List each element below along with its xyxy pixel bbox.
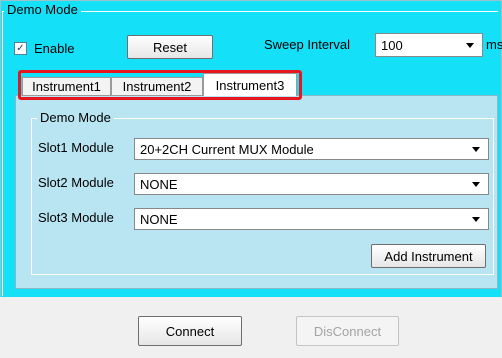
slot2-value: NONE bbox=[140, 176, 178, 192]
slot1-module-select[interactable]: 20+2CH Current MUX Module bbox=[134, 138, 489, 160]
sweep-interval-unit: ms bbox=[486, 37, 502, 52]
slot2-module-select[interactable]: NONE bbox=[134, 173, 489, 195]
connect-button[interactable]: Connect bbox=[138, 316, 242, 346]
slot1-value: 20+2CH Current MUX Module bbox=[140, 141, 314, 157]
checkbox-checked-icon[interactable]: ✓ bbox=[14, 42, 27, 55]
sweep-interval-select[interactable]: 100 bbox=[375, 33, 483, 57]
sweep-interval-label: Sweep Interval bbox=[264, 37, 350, 52]
instrument-demo-mode-legend: Demo Mode bbox=[37, 110, 114, 125]
chevron-down-icon bbox=[472, 182, 480, 187]
slot1-label: Slot1 Module bbox=[38, 140, 114, 155]
demo-mode-legend: Demo Mode bbox=[4, 2, 81, 17]
tabs-highlight-box bbox=[18, 70, 302, 100]
add-instrument-button[interactable]: Add Instrument bbox=[371, 244, 486, 268]
reset-button[interactable]: Reset bbox=[127, 35, 213, 59]
enable-label: Enable bbox=[34, 41, 75, 56]
slot3-label: Slot3 Module bbox=[38, 210, 114, 225]
slot3-module-select[interactable]: NONE bbox=[134, 208, 489, 230]
chevron-down-icon bbox=[472, 147, 480, 152]
chevron-down-icon bbox=[466, 43, 474, 48]
chevron-down-icon bbox=[472, 217, 480, 222]
slot3-value: NONE bbox=[140, 211, 178, 227]
slot2-label: Slot2 Module bbox=[38, 175, 114, 190]
sweep-interval-value: 100 bbox=[381, 37, 403, 53]
enable-checkbox[interactable]: ✓ Enable bbox=[14, 41, 74, 56]
disconnect-button[interactable]: DisConnect bbox=[296, 316, 399, 346]
group-border-left bbox=[2, 11, 4, 296]
footer-bar bbox=[0, 297, 502, 358]
